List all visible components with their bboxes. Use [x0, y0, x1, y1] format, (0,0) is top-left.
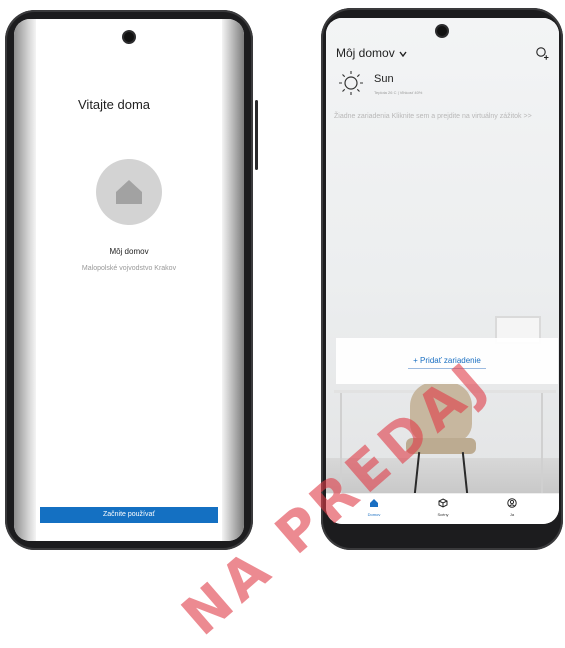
- add-device-card[interactable]: + Pridať zariadenie: [336, 338, 558, 384]
- home-name: Môj domov: [109, 247, 149, 256]
- chevron-down-icon: [399, 51, 407, 58]
- tab-scenes[interactable]: Scény: [423, 498, 463, 517]
- home-selector[interactable]: Môj domov: [336, 46, 407, 60]
- front-camera: [124, 32, 134, 42]
- home-avatar[interactable]: [96, 159, 162, 225]
- chair-back: [410, 382, 472, 442]
- weather-details: Teplota 26 C | Vlhkosť 40%: [374, 90, 423, 95]
- start-button[interactable]: Začnite používať: [40, 507, 218, 523]
- tab-profile[interactable]: Ja: [492, 498, 532, 517]
- scene-icon: [438, 498, 448, 508]
- house-icon: [116, 180, 142, 204]
- home-icon: [370, 499, 378, 507]
- add-device-underline: [408, 368, 486, 369]
- tab-home[interactable]: Domov: [354, 498, 394, 517]
- sun-icon: [339, 71, 363, 95]
- right-phone: Môj domov Sun Teplota 26 C | Vlhkosť 40%…: [321, 8, 563, 550]
- add-device-button[interactable]: + Pridať zariadenie: [336, 356, 558, 365]
- add-circle-icon[interactable]: [535, 46, 549, 60]
- tab-profile-label: Ja: [509, 512, 515, 517]
- weather-condition: Sun: [374, 73, 394, 85]
- left-screen: Vitajte doma Môj domov Malopolské vojvod…: [14, 19, 244, 541]
- bottom-tab-bar: Domov Scény Ja: [326, 493, 559, 524]
- welcome-title: Vitajte doma: [78, 97, 151, 112]
- desk-leg: [340, 393, 342, 493]
- tab-scenes-label: Scény: [437, 512, 449, 517]
- tab-home-label: Domov: [367, 512, 381, 517]
- front-camera: [437, 26, 447, 36]
- profile-icon: [507, 498, 517, 508]
- welcome-page: Vitajte doma Môj domov Malopolské vojvod…: [30, 19, 228, 541]
- home-selector-label: Môj domov: [336, 46, 395, 60]
- desk-leg: [541, 393, 543, 493]
- empty-devices-hint[interactable]: Žiadne zariadenia Kliknite sem a prejdit…: [334, 111, 554, 123]
- left-phone: Vitajte doma Môj domov Malopolské vojvod…: [5, 10, 258, 550]
- chair-seat: [406, 438, 476, 454]
- power-button: [255, 100, 258, 170]
- home-location: Malopolské vojvodstvo Krakov: [81, 265, 177, 272]
- floor: [326, 458, 559, 494]
- right-screen: Môj domov Sun Teplota 26 C | Vlhkosť 40%…: [326, 18, 559, 524]
